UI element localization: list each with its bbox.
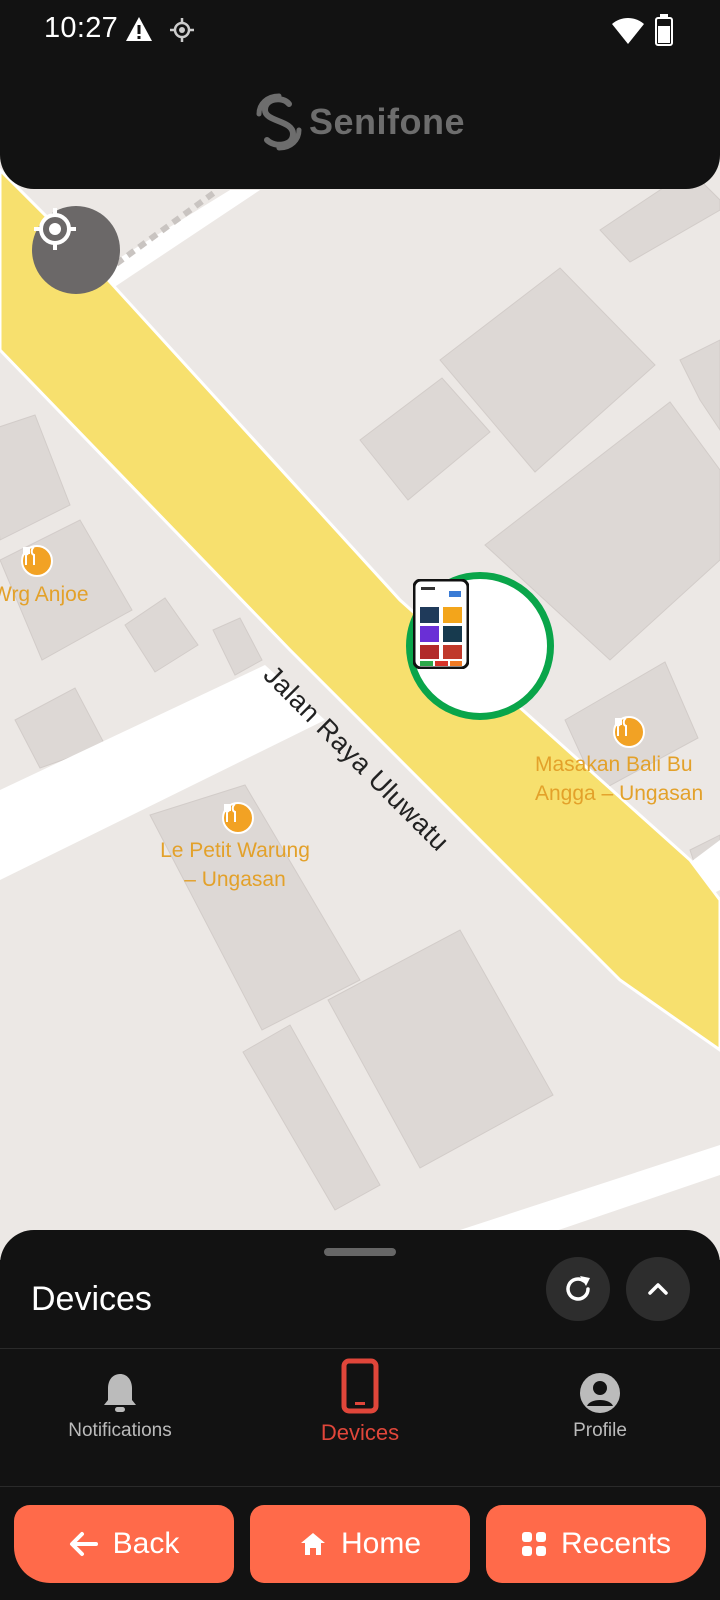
nav-divider: [0, 1486, 720, 1487]
status-bar: 10:27: [0, 0, 720, 60]
expand-sheet-button[interactable]: [626, 1257, 690, 1321]
recents-button[interactable]: Recents: [486, 1505, 706, 1583]
recents-label: Recents: [560, 1527, 672, 1560]
home-icon: [300, 1533, 325, 1555]
refresh-button[interactable]: [546, 1257, 610, 1321]
warning-icon: [126, 17, 152, 41]
place-label-masakan-bali[interactable]: Masakan Bali Bu Angga – Ungasan: [535, 750, 720, 808]
sheet-divider: [0, 1348, 720, 1349]
place-name-line: Angga – Ungasan: [535, 782, 704, 805]
bottom-sheet[interactable]: Devices Notifications Devices Profile Ba…: [0, 1230, 720, 1600]
sheet-title: Devices: [31, 1280, 152, 1318]
nav-item-notifications[interactable]: Notifications: [20, 1366, 220, 1442]
brand-logo: Senifone: [255, 92, 465, 152]
map-view[interactable]: Wrg Anjoe Le Petit Warung – Ungasan Masa…: [0, 0, 720, 1260]
nav-item-profile[interactable]: Profile: [500, 1366, 700, 1442]
wifi-icon: [612, 18, 644, 44]
restaurant-icon[interactable]: [613, 716, 645, 748]
nav-label: Profile: [573, 1420, 627, 1441]
location-icon: [170, 18, 194, 42]
crosshair-icon: [34, 208, 76, 250]
sheet-drag-handle[interactable]: [324, 1248, 396, 1256]
battery-icon: [655, 14, 673, 46]
place-name: Wrg Anjoe: [0, 583, 89, 606]
refresh-icon: [566, 1276, 590, 1301]
chevron-up-icon: [648, 1283, 668, 1295]
place-name-line: Le Petit Warung: [160, 839, 310, 862]
back-button[interactable]: Back: [14, 1505, 234, 1583]
arrow-left-icon: [69, 1532, 98, 1556]
status-time: 10:27: [44, 12, 119, 44]
home-label: Home: [340, 1527, 422, 1560]
place-name-line: Masakan Bali Bu: [535, 753, 693, 776]
brand-name: Senifone: [309, 101, 466, 142]
place-label-wrg-anjoe[interactable]: Wrg Anjoe: [0, 580, 89, 609]
account-icon: [580, 1373, 620, 1413]
bell-icon: [104, 1374, 136, 1412]
device-location-marker[interactable]: [406, 572, 554, 720]
senifone-logo-icon: [256, 93, 302, 151]
grid-icon: [521, 1532, 546, 1556]
nav-item-devices[interactable]: Devices: [260, 1358, 460, 1446]
nav-label: Devices: [320, 1420, 400, 1445]
restaurant-icon[interactable]: [222, 802, 254, 834]
place-label-le-petit-warung[interactable]: Le Petit Warung – Ungasan: [150, 836, 320, 894]
map-canvas: [0, 167, 720, 1250]
back-label: Back: [112, 1527, 180, 1560]
phone-thumbnail-icon: [413, 579, 469, 669]
nav-label: Notifications: [68, 1420, 172, 1441]
place-name-line: – Ungasan: [184, 868, 286, 891]
restaurant-icon[interactable]: [21, 545, 53, 577]
phone-icon: [341, 1358, 379, 1414]
my-location-button[interactable]: [32, 206, 120, 294]
home-button[interactable]: Home: [250, 1505, 470, 1583]
